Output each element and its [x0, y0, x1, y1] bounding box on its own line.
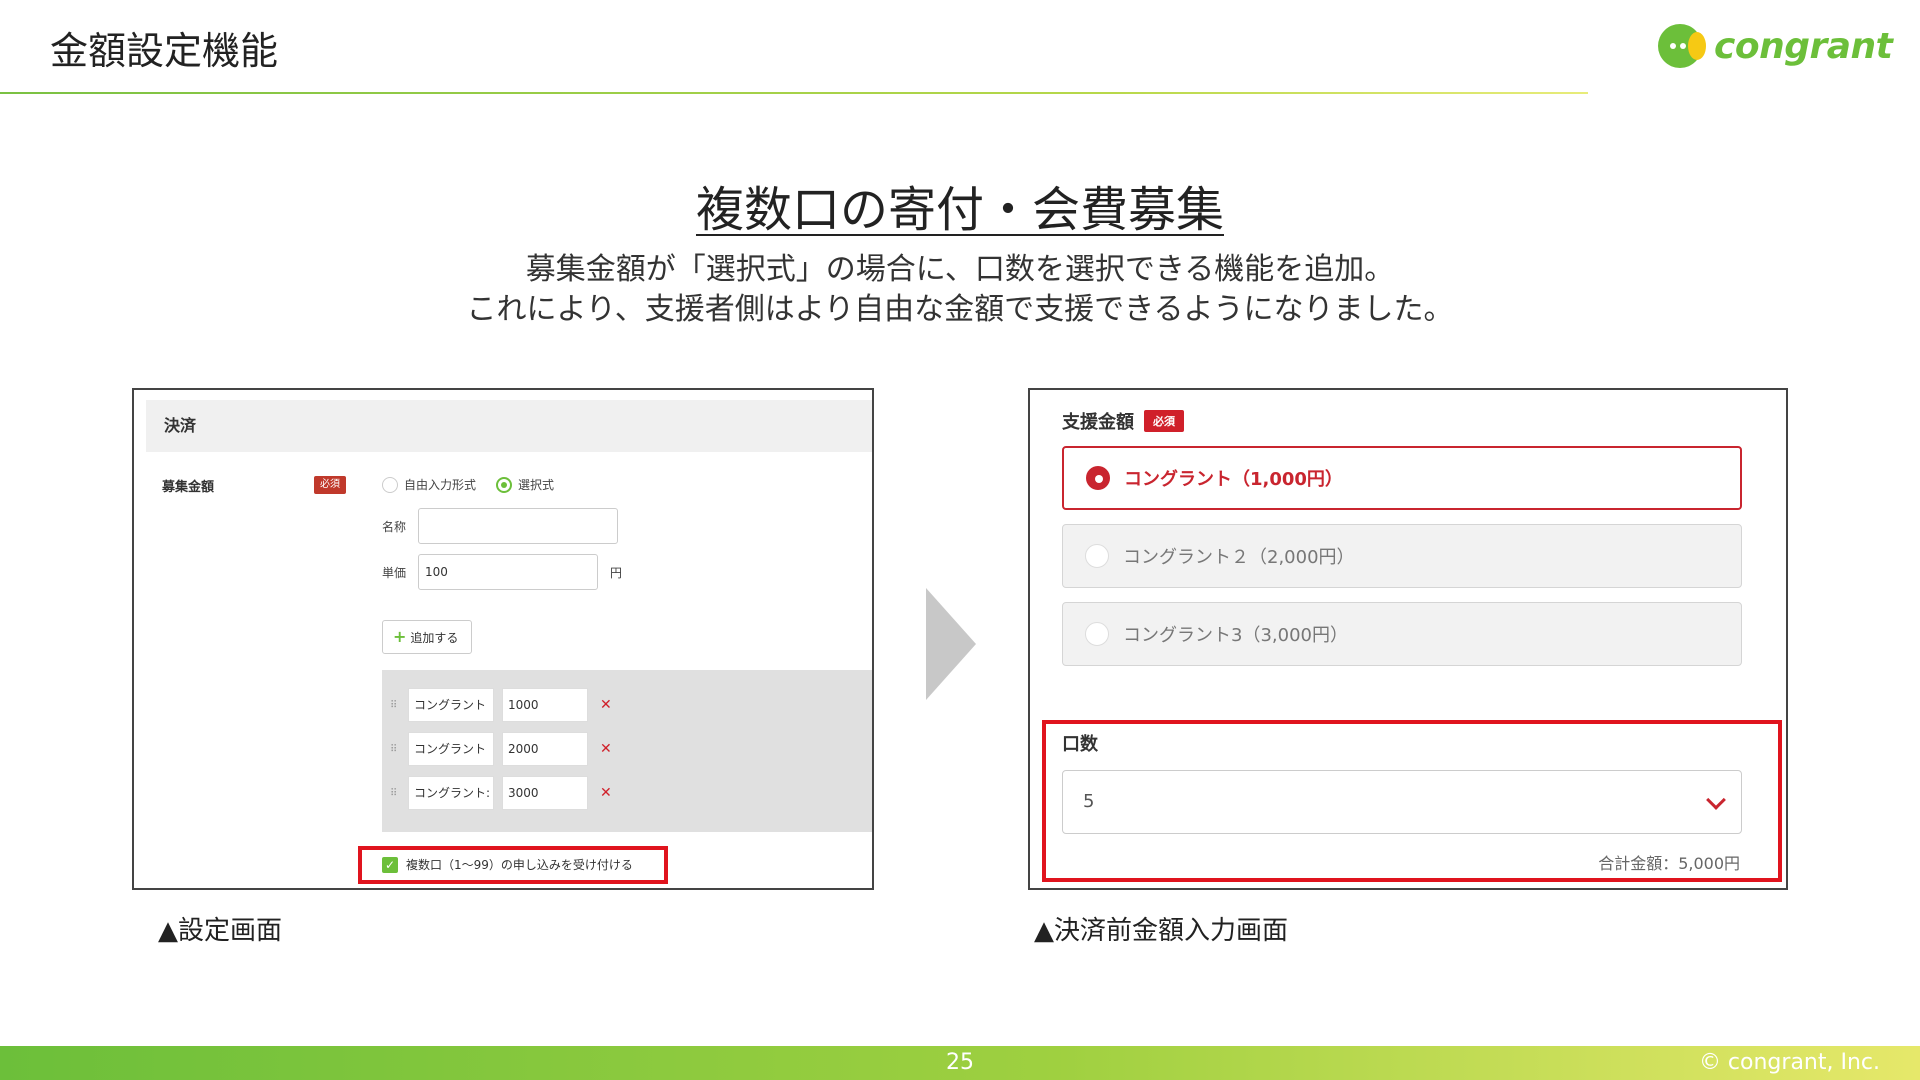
congrant-logo: congrant: [1658, 22, 1893, 70]
header-rule: [0, 92, 1588, 94]
amount-choice-label: コングラント（1,000円）: [1124, 469, 1343, 490]
option-value-input[interactable]: 3000: [502, 776, 588, 810]
option-row: ⠿ コングラント: 3000 ✕: [390, 776, 612, 810]
headline: 複数口の寄付・会費募集: [0, 170, 1920, 240]
name-label: 名称: [382, 519, 407, 534]
radio-icon: [1085, 622, 1109, 646]
option-row: ⠿ コングラント 1000 ✕: [390, 688, 612, 722]
description: 募集金額が「選択式」の場合に、口数を選択できる機能を追加。 これにより、支援者側…: [0, 250, 1920, 330]
radio-select-type[interactable]: [496, 476, 513, 493]
amount-type-radio-group: 自由入力形式 選択式: [382, 476, 554, 493]
headline-title: 複数口の寄付・会費募集: [695, 182, 1224, 238]
add-option-button[interactable]: + 追加する: [382, 620, 472, 654]
option-name-input[interactable]: コングラント: [408, 732, 494, 766]
multi-unit-checkbox-row: ✓ 複数口（1〜99）の申し込みを受け付ける: [382, 856, 633, 873]
total-amount: 合計金額：5,000円: [1598, 854, 1740, 873]
plus-icon: +: [393, 627, 407, 646]
amount-choice-label: コングラント２（2,000円）: [1123, 547, 1355, 568]
drag-handle-icon[interactable]: ⠿: [390, 744, 400, 755]
drag-handle-icon[interactable]: ⠿: [390, 700, 400, 711]
slide-title: 金額設定機能: [50, 29, 279, 73]
chevron-down-icon: [1706, 790, 1726, 810]
page-number: 25: [946, 1050, 974, 1075]
price-unit: 円: [610, 565, 623, 580]
amount-choice-label: コングラント3（3,000円）: [1123, 625, 1348, 646]
price-label: 単価: [382, 565, 407, 580]
congrant-logo-icon: [1658, 22, 1706, 70]
quantity-select[interactable]: 5: [1062, 770, 1742, 834]
delete-icon[interactable]: ✕: [600, 697, 612, 713]
delete-icon[interactable]: ✕: [600, 785, 612, 801]
payment-section-header: 決済: [146, 400, 872, 452]
description-line-2: これにより、支援者側はより自由な金額で支援できるようになりました。: [466, 292, 1454, 327]
amount-choice-3[interactable]: コングラント3（3,000円）: [1062, 602, 1742, 666]
name-field-row: 名称: [382, 508, 619, 544]
support-amount-label-row: 支援金額 必須: [1062, 408, 1184, 434]
price-field-row: 単価 100 円: [382, 554, 622, 590]
description-line-1: 募集金額が「選択式」の場合に、口数を選択できる機能を追加。: [525, 252, 1395, 287]
delete-icon[interactable]: ✕: [600, 741, 612, 757]
option-value-input[interactable]: 1000: [502, 688, 588, 722]
amount-choice-2[interactable]: コングラント２（2,000円）: [1062, 524, 1742, 588]
name-input[interactable]: [418, 508, 619, 544]
price-input[interactable]: 100: [418, 554, 599, 590]
drag-handle-icon[interactable]: ⠿: [390, 788, 400, 799]
payment-screen-panel: 支援金額 必須 コングラント（1,000円） コングラント２（2,000円） コ…: [1028, 388, 1788, 890]
multi-unit-checkbox[interactable]: ✓: [382, 856, 398, 873]
radio-select-type-label: 選択式: [518, 478, 555, 492]
add-option-label: 追加する: [410, 631, 459, 645]
radio-selected-icon: [1086, 466, 1110, 490]
quantity-label: 口数: [1062, 734, 1098, 755]
options-list: ⠿ コングラント 1000 ✕ ⠿ コングラント 2000 ✕ ⠿ コングラント…: [382, 670, 872, 832]
option-value-input[interactable]: 2000: [502, 732, 588, 766]
caption-settings-screen: ▲設定画面: [158, 916, 282, 946]
option-row: ⠿ コングラント 2000 ✕: [390, 732, 612, 766]
arrow-right-icon: [926, 588, 976, 700]
required-badge: 必須: [1144, 410, 1184, 432]
caption-payment-screen: ▲決済前金額入力画面: [1034, 916, 1288, 946]
option-name-input[interactable]: コングラント:: [408, 776, 494, 810]
support-amount-label: 支援金額: [1062, 412, 1134, 433]
copyright: © congrant, Inc.: [1698, 1050, 1880, 1075]
multi-unit-checkbox-label: 複数口（1〜99）の申し込みを受け付ける: [406, 858, 633, 872]
logo-text: congrant: [1714, 25, 1893, 67]
radio-free-input-label: 自由入力形式: [404, 478, 477, 492]
settings-screen-panel: 決済 募集金額 必須 自由入力形式 選択式 名称 単価 100 円 + 追加する …: [132, 388, 874, 890]
footer-bar: 25 © congrant, Inc.: [0, 1046, 1920, 1080]
option-name-input[interactable]: コングラント: [408, 688, 494, 722]
amount-choice-1[interactable]: コングラント（1,000円）: [1062, 446, 1742, 510]
amount-field-label: 募集金額: [162, 480, 215, 495]
quantity-value: 5: [1083, 791, 1095, 812]
required-badge: 必須: [314, 476, 346, 494]
radio-icon: [1085, 544, 1109, 568]
radio-free-input[interactable]: [382, 476, 398, 493]
